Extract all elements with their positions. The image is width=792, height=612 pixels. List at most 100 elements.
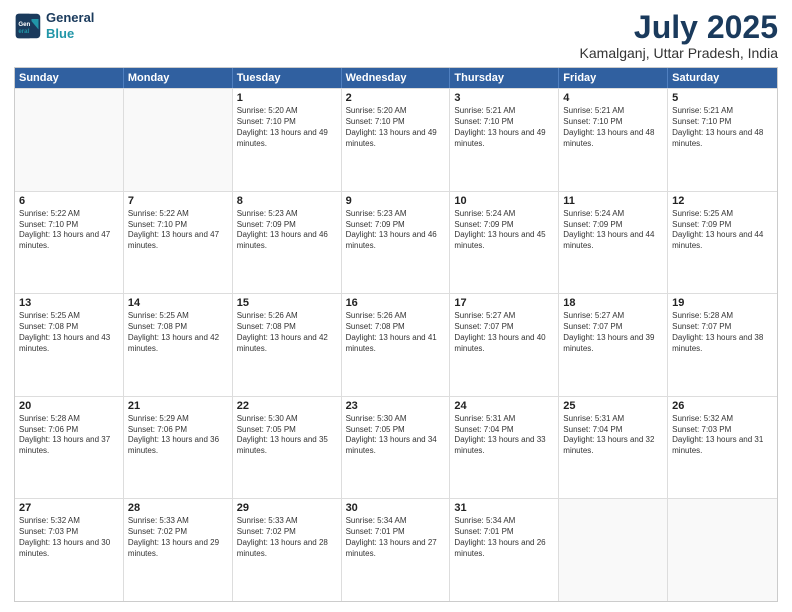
cell-info: Sunrise: 5:31 AM Sunset: 7:04 PM Dayligh…: [563, 414, 663, 457]
calendar-header: SundayMondayTuesdayWednesdayThursdayFrid…: [15, 68, 777, 88]
calendar-cell-r2c0: 13Sunrise: 5:25 AM Sunset: 7:08 PM Dayli…: [15, 294, 124, 396]
cell-info: Sunrise: 5:28 AM Sunset: 7:07 PM Dayligh…: [672, 311, 773, 354]
weekday-header-tuesday: Tuesday: [233, 68, 342, 88]
calendar-cell-r1c4: 10 Sunrise: 5:24 AM Sunset: 7:09 PM Dayli…: [450, 192, 559, 294]
calendar-cell-r4c2: 29 Sunrise: 5:33 AM Sunset: 7:02 PM Dayli…: [233, 499, 342, 601]
cell-info: Sunrise: 5:24 AM Sunset: 7:09 PM Dayligh…: [454, 209, 554, 252]
calendar-cell-r0c3: 2 Sunrise: 5:20 AM Sunset: 7:10 PM Daylig…: [342, 89, 451, 191]
weekday-header-friday: Friday: [559, 68, 668, 88]
calendar-cell-r3c5: 25 Sunrise: 5:31 AM Sunset: 7:04 PM Dayli…: [559, 397, 668, 499]
page-header: Gen eral General Blue July 2025 Kamalgan…: [14, 10, 778, 61]
logo-icon: Gen eral: [14, 12, 42, 40]
month-title: July 2025: [580, 10, 778, 45]
calendar-cell-r3c2: 22 Sunrise: 5:30 AM Sunset: 7:05 PM Dayli…: [233, 397, 342, 499]
calendar-cell-r2c4: 17 Sunrise: 5:27 AM Sunset: 7:07 PM Dayli…: [450, 294, 559, 396]
weekday-header-wednesday: Wednesday: [342, 68, 451, 88]
cell-info: Sunrise: 5:25 AM Sunset: 7:08 PM Dayligh…: [19, 311, 119, 354]
day-number: 24: [454, 400, 554, 412]
calendar-row-2: 13Sunrise: 5:25 AM Sunset: 7:08 PM Dayli…: [15, 293, 777, 396]
svg-text:eral: eral: [18, 28, 29, 35]
title-block: July 2025 Kamalganj, Uttar Pradesh, Indi…: [580, 10, 778, 61]
calendar-row-3: 20 Sunrise: 5:28 AM Sunset: 7:06 PM Dayli…: [15, 396, 777, 499]
cell-info: Sunrise: 5:20 AM Sunset: 7:10 PM Dayligh…: [346, 106, 446, 149]
calendar-cell-r0c6: 5Sunrise: 5:21 AM Sunset: 7:10 PM Daylig…: [668, 89, 777, 191]
calendar-cell-r4c3: 30Sunrise: 5:34 AM Sunset: 7:01 PM Dayli…: [342, 499, 451, 601]
day-number: 16: [346, 297, 446, 309]
cell-info: Sunrise: 5:23 AM Sunset: 7:09 PM Dayligh…: [346, 209, 446, 252]
calendar-row-0: 1 Sunrise: 5:20 AM Sunset: 7:10 PM Daylig…: [15, 88, 777, 191]
weekday-header-thursday: Thursday: [450, 68, 559, 88]
cell-info: Sunrise: 5:21 AM Sunset: 7:10 PM Dayligh…: [672, 106, 773, 149]
cell-info: Sunrise: 5:32 AM Sunset: 7:03 PM Dayligh…: [19, 516, 119, 559]
calendar-row-4: 27 Sunrise: 5:32 AM Sunset: 7:03 PM Dayli…: [15, 498, 777, 601]
calendar-cell-r2c1: 14 Sunrise: 5:25 AM Sunset: 7:08 PM Dayli…: [124, 294, 233, 396]
cell-info: Sunrise: 5:22 AM Sunset: 7:10 PM Dayligh…: [128, 209, 228, 252]
cell-info: Sunrise: 5:30 AM Sunset: 7:05 PM Dayligh…: [237, 414, 337, 457]
day-number: 9: [346, 195, 446, 207]
cell-info: Sunrise: 5:33 AM Sunset: 7:02 PM Dayligh…: [237, 516, 337, 559]
cell-info: Sunrise: 5:25 AM Sunset: 7:08 PM Dayligh…: [128, 311, 228, 354]
cell-info: Sunrise: 5:32 AM Sunset: 7:03 PM Dayligh…: [672, 414, 773, 457]
calendar-cell-r3c1: 21 Sunrise: 5:29 AM Sunset: 7:06 PM Dayli…: [124, 397, 233, 499]
calendar-cell-r4c5: [559, 499, 668, 601]
day-number: 29: [237, 502, 337, 514]
day-number: 20: [19, 400, 119, 412]
cell-info: Sunrise: 5:24 AM Sunset: 7:09 PM Dayligh…: [563, 209, 663, 252]
calendar-cell-r0c5: 4Sunrise: 5:21 AM Sunset: 7:10 PM Daylig…: [559, 89, 668, 191]
day-number: 23: [346, 400, 446, 412]
cell-info: Sunrise: 5:31 AM Sunset: 7:04 PM Dayligh…: [454, 414, 554, 457]
day-number: 18: [563, 297, 663, 309]
day-number: 27: [19, 502, 119, 514]
cell-info: Sunrise: 5:21 AM Sunset: 7:10 PM Dayligh…: [454, 106, 554, 149]
calendar-cell-r4c6: [668, 499, 777, 601]
cell-info: Sunrise: 5:23 AM Sunset: 7:09 PM Dayligh…: [237, 209, 337, 252]
day-number: 1: [237, 92, 337, 104]
calendar-cell-r2c6: 19Sunrise: 5:28 AM Sunset: 7:07 PM Dayli…: [668, 294, 777, 396]
calendar-cell-r3c4: 24 Sunrise: 5:31 AM Sunset: 7:04 PM Dayli…: [450, 397, 559, 499]
calendar: SundayMondayTuesdayWednesdayThursdayFrid…: [14, 67, 778, 602]
day-number: 28: [128, 502, 228, 514]
day-number: 2: [346, 92, 446, 104]
day-number: 8: [237, 195, 337, 207]
calendar-cell-r2c3: 16 Sunrise: 5:26 AM Sunset: 7:08 PM Dayli…: [342, 294, 451, 396]
cell-info: Sunrise: 5:27 AM Sunset: 7:07 PM Dayligh…: [454, 311, 554, 354]
cell-info: Sunrise: 5:26 AM Sunset: 7:08 PM Dayligh…: [237, 311, 337, 354]
location-title: Kamalganj, Uttar Pradesh, India: [580, 45, 778, 61]
cell-info: Sunrise: 5:29 AM Sunset: 7:06 PM Dayligh…: [128, 414, 228, 457]
day-number: 3: [454, 92, 554, 104]
calendar-body: 1 Sunrise: 5:20 AM Sunset: 7:10 PM Daylig…: [15, 88, 777, 601]
logo-line1: General: [46, 10, 94, 26]
calendar-cell-r1c0: 6Sunrise: 5:22 AM Sunset: 7:10 PM Daylig…: [15, 192, 124, 294]
day-number: 15: [237, 297, 337, 309]
cell-info: Sunrise: 5:21 AM Sunset: 7:10 PM Dayligh…: [563, 106, 663, 149]
day-number: 11: [563, 195, 663, 207]
day-number: 22: [237, 400, 337, 412]
cell-info: Sunrise: 5:26 AM Sunset: 7:08 PM Dayligh…: [346, 311, 446, 354]
calendar-cell-r3c6: 26 Sunrise: 5:32 AM Sunset: 7:03 PM Dayli…: [668, 397, 777, 499]
day-number: 12: [672, 195, 773, 207]
day-number: 25: [563, 400, 663, 412]
cell-info: Sunrise: 5:20 AM Sunset: 7:10 PM Dayligh…: [237, 106, 337, 149]
cell-info: Sunrise: 5:27 AM Sunset: 7:07 PM Dayligh…: [563, 311, 663, 354]
day-number: 26: [672, 400, 773, 412]
day-number: 14: [128, 297, 228, 309]
weekday-header-saturday: Saturday: [668, 68, 777, 88]
day-number: 21: [128, 400, 228, 412]
cell-info: Sunrise: 5:30 AM Sunset: 7:05 PM Dayligh…: [346, 414, 446, 457]
weekday-header-sunday: Sunday: [15, 68, 124, 88]
day-number: 31: [454, 502, 554, 514]
day-number: 17: [454, 297, 554, 309]
calendar-cell-r3c0: 20 Sunrise: 5:28 AM Sunset: 7:06 PM Dayli…: [15, 397, 124, 499]
calendar-cell-r0c2: 1 Sunrise: 5:20 AM Sunset: 7:10 PM Daylig…: [233, 89, 342, 191]
calendar-cell-r1c3: 9 Sunrise: 5:23 AM Sunset: 7:09 PM Daylig…: [342, 192, 451, 294]
calendar-cell-r4c4: 31 Sunrise: 5:34 AM Sunset: 7:01 PM Dayli…: [450, 499, 559, 601]
cell-info: Sunrise: 5:34 AM Sunset: 7:01 PM Dayligh…: [454, 516, 554, 559]
logo: Gen eral General Blue: [14, 10, 94, 41]
calendar-cell-r1c6: 12Sunrise: 5:25 AM Sunset: 7:09 PM Dayli…: [668, 192, 777, 294]
calendar-cell-r4c1: 28Sunrise: 5:33 AM Sunset: 7:02 PM Dayli…: [124, 499, 233, 601]
cell-info: Sunrise: 5:28 AM Sunset: 7:06 PM Dayligh…: [19, 414, 119, 457]
day-number: 7: [128, 195, 228, 207]
logo-line2: Blue: [46, 26, 94, 42]
calendar-cell-r1c5: 11 Sunrise: 5:24 AM Sunset: 7:09 PM Dayli…: [559, 192, 668, 294]
day-number: 10: [454, 195, 554, 207]
